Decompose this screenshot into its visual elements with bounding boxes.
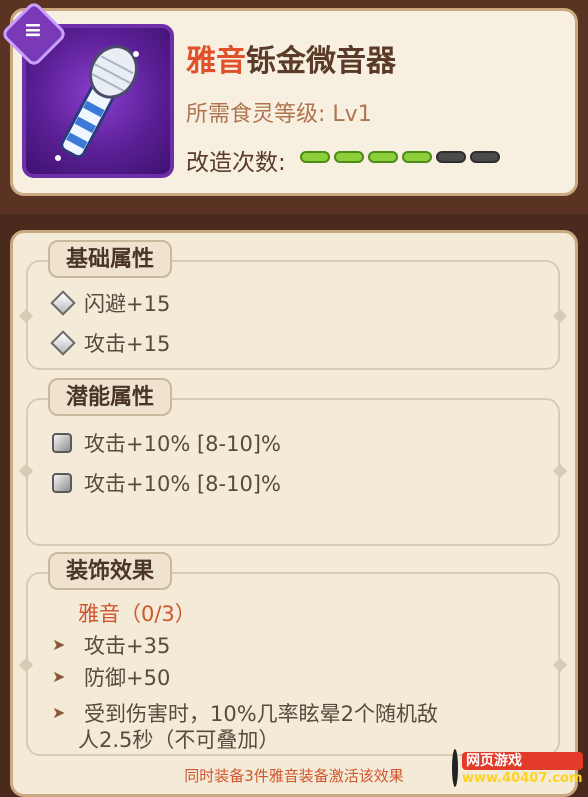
tab-potential-attributes[interactable]: 潜能属性 bbox=[48, 378, 173, 416]
mod-pip-empty bbox=[470, 151, 500, 163]
stat-text: 攻击+10% [8-10]% bbox=[84, 432, 281, 456]
stat-text: 闪避+15 bbox=[84, 292, 171, 316]
stat-row: 攻击+15 bbox=[50, 328, 171, 358]
mod-pip-filled bbox=[368, 151, 398, 163]
stat-row: 闪避+15 bbox=[50, 288, 171, 318]
effect-text: 人2.5秒（不可叠加） bbox=[78, 728, 280, 752]
modification-pips bbox=[300, 151, 500, 163]
mod-pip-filled bbox=[402, 151, 432, 163]
modification-count: 改造次数: bbox=[186, 143, 286, 177]
level-value: Lv1 bbox=[332, 102, 372, 127]
stat-text: 攻击+15 bbox=[84, 332, 171, 356]
arrow-bullet-icon: ➤ bbox=[52, 667, 66, 686]
set-name: 雅音（0/3） bbox=[78, 602, 196, 626]
effect-row-continued: 人2.5秒（不可叠加） bbox=[78, 724, 279, 754]
stat-text: 攻击+10% [8-10]% bbox=[84, 472, 281, 496]
mod-label: 改造次数: bbox=[186, 150, 286, 176]
stat-row: 攻击+10% [8-10]% bbox=[52, 428, 281, 458]
diamond-gem-icon bbox=[50, 330, 76, 356]
watermark-line1: 网页游戏 bbox=[462, 751, 583, 770]
item-title-rest: 铄金微音器 bbox=[246, 44, 396, 79]
mod-pip-empty bbox=[436, 151, 466, 163]
arrow-bullet-icon: ➤ bbox=[52, 635, 66, 654]
watermark-text: 网页游戏 www.40407.com bbox=[462, 751, 583, 786]
item-title-prefix: 雅音 bbox=[186, 44, 246, 79]
item-title: 雅音铄金微音器 bbox=[186, 36, 396, 80]
effect-text: 攻击+35 bbox=[84, 634, 171, 658]
mod-pip-filled bbox=[300, 151, 330, 163]
arrow-bullet-icon: ➤ bbox=[52, 703, 66, 722]
tab-basic-attributes[interactable]: 基础属性 bbox=[48, 240, 173, 278]
effect-row: ➤ 攻击+35 bbox=[52, 630, 170, 660]
square-gem-icon bbox=[52, 473, 72, 493]
effect-text: 防御+50 bbox=[84, 666, 171, 690]
level-label: 所需食灵等级: bbox=[186, 102, 326, 127]
tab-decoration-effect[interactable]: 装饰效果 bbox=[48, 552, 173, 590]
stat-row: 攻击+10% [8-10]% bbox=[52, 468, 281, 498]
site-watermark: 网页游戏 www.40407.com bbox=[452, 745, 583, 791]
effect-row: ➤ 防御+50 bbox=[52, 662, 170, 692]
mod-pip-filled bbox=[334, 151, 364, 163]
required-level: 所需食灵等级: Lv1 bbox=[186, 96, 372, 128]
watermark-line2: www.40407.com bbox=[462, 770, 583, 786]
diamond-gem-icon bbox=[50, 290, 76, 316]
utensil-icon: ≡ bbox=[23, 18, 43, 43]
square-gem-icon bbox=[52, 433, 72, 453]
mascot-logo-icon bbox=[452, 749, 458, 787]
